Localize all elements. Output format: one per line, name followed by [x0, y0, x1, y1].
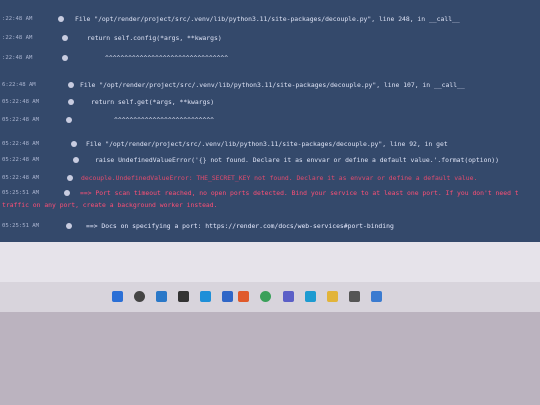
log-level-dot-icon [73, 157, 79, 163]
log-message: File "/opt/render/project/src/.venv/lib/… [86, 140, 448, 148]
log-row: 05:22:48 AM return self.get(*args, **kwar… [0, 95, 540, 109]
browser-icon[interactable] [200, 291, 211, 302]
log-timestamp: 05:22:48 AM [2, 175, 40, 181]
log-row: 6:22:48 AM File "/opt/render/project/src/… [0, 78, 540, 92]
log-level-dot-icon [68, 99, 74, 105]
task-view-icon[interactable] [178, 291, 189, 302]
log-timestamp: 05:22:48 AM [2, 117, 40, 123]
mail-icon[interactable] [222, 291, 233, 302]
log-row: :22:48 AM ^^^^^^^^^^^^^^^^^^^^^^^^^^^^^^^… [0, 51, 540, 65]
log-row: traffic on any port, create a background… [0, 198, 540, 212]
taskbar [0, 282, 540, 312]
log-message[interactable]: ==> Docs on specifying a port: https://r… [86, 219, 394, 233]
log-timestamp: 05:22:48 AM [2, 157, 40, 163]
log-message: ^^^^^^^^^^^^^^^^^^^^^^^^^^ [114, 116, 215, 124]
settings-icon[interactable] [349, 291, 360, 302]
log-timestamp: :22:48 AM [2, 35, 33, 41]
office-icon[interactable] [238, 291, 249, 302]
log-level-dot-icon [68, 82, 74, 88]
log-message: ^^^^^^^^^^^^^^^^^^^^^^^^^^^^^^^^ [105, 54, 229, 62]
log-row: 05:22:48 AM File "/opt/render/project/src… [0, 137, 540, 151]
log-row: 05:22:48 AM decouple.UndefinedValueError:… [0, 171, 540, 185]
log-message: File "/opt/render/project/src/.venv/lib/… [80, 81, 465, 89]
log-message: traffic on any port, create a background… [2, 201, 218, 209]
teams-icon[interactable] [283, 291, 294, 302]
log-row: :22:48 AM return self.config(*args, **kwa… [0, 31, 540, 45]
log-panel-empty-area [0, 242, 540, 282]
monitor-bezel [0, 312, 540, 405]
log-level-dot-icon [62, 55, 68, 61]
log-row: 05:25:51 AM ==> Docs on specifying a port… [0, 219, 540, 233]
log-row: 05:22:48 AM ^^^^^^^^^^^^^^^^^^^^^^^^^^ [0, 113, 540, 127]
widgets-icon[interactable] [156, 291, 167, 302]
windows-icon[interactable] [112, 291, 123, 302]
log-timestamp: :22:48 AM [2, 55, 33, 61]
log-level-dot-icon [62, 35, 68, 41]
log-message: decouple.UndefinedValueError: THE_SECRET… [81, 174, 478, 182]
log-level-dot-icon [71, 141, 77, 147]
log-row: 05:22:48 AM raise UndefinedValueError('{}… [0, 153, 540, 167]
log-level-dot-icon [58, 16, 64, 22]
log-level-dot-icon [64, 190, 70, 196]
log-message: File "/opt/render/project/src/.venv/lib/… [75, 15, 460, 23]
edge-icon[interactable] [305, 291, 316, 302]
log-level-dot-icon [66, 223, 72, 229]
log-level-dot-icon [66, 117, 72, 123]
log-timestamp: 05:22:48 AM [2, 141, 40, 147]
log-level-dot-icon [67, 175, 73, 181]
log-panel[interactable]: :22:48 AM File "/opt/render/project/src/.… [0, 0, 540, 242]
search-icon[interactable] [134, 291, 145, 302]
log-timestamp: :22:48 AM [2, 16, 33, 22]
log-message: raise UndefinedValueError('{} not found.… [95, 156, 499, 164]
store-icon[interactable] [371, 291, 382, 302]
explorer-icon[interactable] [327, 291, 338, 302]
chrome-icon[interactable] [260, 291, 271, 302]
log-message: return self.get(*args, **kwargs) [91, 98, 215, 106]
log-timestamp: 6:22:48 AM [2, 82, 36, 88]
log-row: :22:48 AM File "/opt/render/project/src/.… [0, 12, 540, 26]
log-message: return self.config(*args, **kwargs) [87, 34, 222, 42]
log-timestamp: 05:22:48 AM [2, 99, 40, 105]
log-timestamp: 05:25:51 AM [2, 223, 40, 229]
